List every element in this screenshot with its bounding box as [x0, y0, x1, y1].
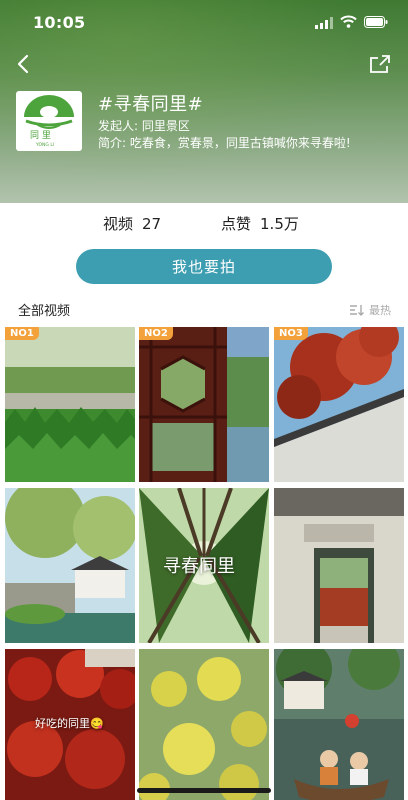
video-tile[interactable]: 好吃的同里😋: [5, 649, 135, 800]
home-indicator: [137, 788, 271, 793]
share-icon[interactable]: [369, 54, 391, 74]
video-tile[interactable]: NO2: [139, 327, 269, 482]
sort-label: 最热: [369, 304, 391, 317]
red-maple-wall-thumbnail: [274, 327, 404, 482]
like-count-label: 点赞: [221, 215, 252, 233]
like-count: 点赞 1.5万: [221, 213, 299, 234]
like-count-value: 1.5万: [260, 215, 299, 233]
video-tile[interactable]: [274, 649, 404, 800]
video-tile[interactable]: [274, 488, 404, 643]
video-caption: 寻春同里: [163, 556, 235, 577]
topic-logo: 同 里 YONG LI: [16, 91, 82, 151]
video-tile[interactable]: [5, 488, 135, 643]
shoot-too-button[interactable]: 我也要拍: [76, 249, 332, 284]
topic-initiator: 发起人: 同里景区: [98, 119, 190, 133]
topic-stats: 视频 27 点赞 1.5万: [0, 213, 408, 235]
rank-badge: NO2: [139, 327, 173, 340]
canal-boat-thumbnail: [274, 649, 404, 800]
status-bar: 10:05: [0, 0, 408, 44]
video-count-label: 视频: [103, 215, 134, 233]
garden-pond-thumbnail: [5, 488, 135, 643]
tongli-logo-icon: 同 里 YONG LI: [24, 95, 74, 148]
lattice-window-thumbnail: [139, 327, 269, 482]
sort-icon: [350, 305, 364, 316]
all-videos-title: 全部视频: [18, 304, 71, 319]
topic-page: 10:05 同 里 YONG LI #寻春同里# 发起人: 同里景区 简介: 吃…: [0, 0, 408, 800]
status-time: 10:05: [33, 13, 86, 32]
wifi-icon: [340, 15, 357, 28]
rapeseed-flowers-thumbnail: [139, 649, 269, 800]
topic-description: 简介: 吃春食，赏春景，同里古镇喊你来寻春啦!: [98, 136, 351, 150]
rank-badge: NO3: [274, 327, 308, 340]
topic-title: #寻春同里#: [98, 94, 204, 115]
cellular-signal-icon: [315, 17, 333, 29]
stone-gate-thumbnail: [274, 488, 404, 643]
sort-control[interactable]: 最热: [349, 302, 391, 318]
video-count-value: 27: [142, 215, 162, 233]
video-caption: 好吃的同里😋: [35, 717, 104, 730]
battery-icon: [364, 16, 388, 28]
logo-glyphs: 同 里: [30, 130, 51, 141]
logo-text: YONG LI: [35, 142, 54, 148]
video-tile[interactable]: [139, 649, 269, 800]
back-arrow-icon[interactable]: [12, 52, 36, 76]
video-tile[interactable]: NO3: [274, 327, 404, 482]
video-tile[interactable]: NO1: [5, 327, 135, 482]
green-garden-thumbnail: [5, 327, 135, 482]
video-count: 视频 27: [103, 213, 161, 234]
video-tile[interactable]: 寻春同里: [139, 488, 269, 643]
rank-badge: NO1: [5, 327, 39, 340]
